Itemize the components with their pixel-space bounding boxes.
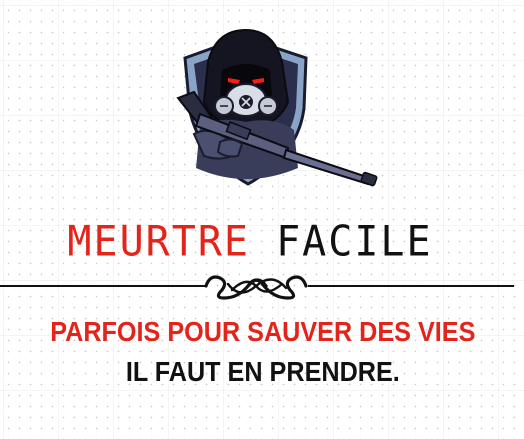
brand-title: MEURTRE FACILE [0,215,500,270]
brand-word-two: FACILE [276,217,433,267]
scroll-flourish-icon [204,275,308,300]
ornamental-divider [0,275,514,300]
brand-word-one: MEURTRE [67,217,250,267]
mascot-emblem [176,28,378,187]
tagline-line-two: IL FAUT EN PRENDRE. [125,356,400,387]
gas-mask-soldier-icon [176,28,378,187]
tagline-line-one: PARFOIS POUR SAUVER DES VIES [50,316,476,347]
